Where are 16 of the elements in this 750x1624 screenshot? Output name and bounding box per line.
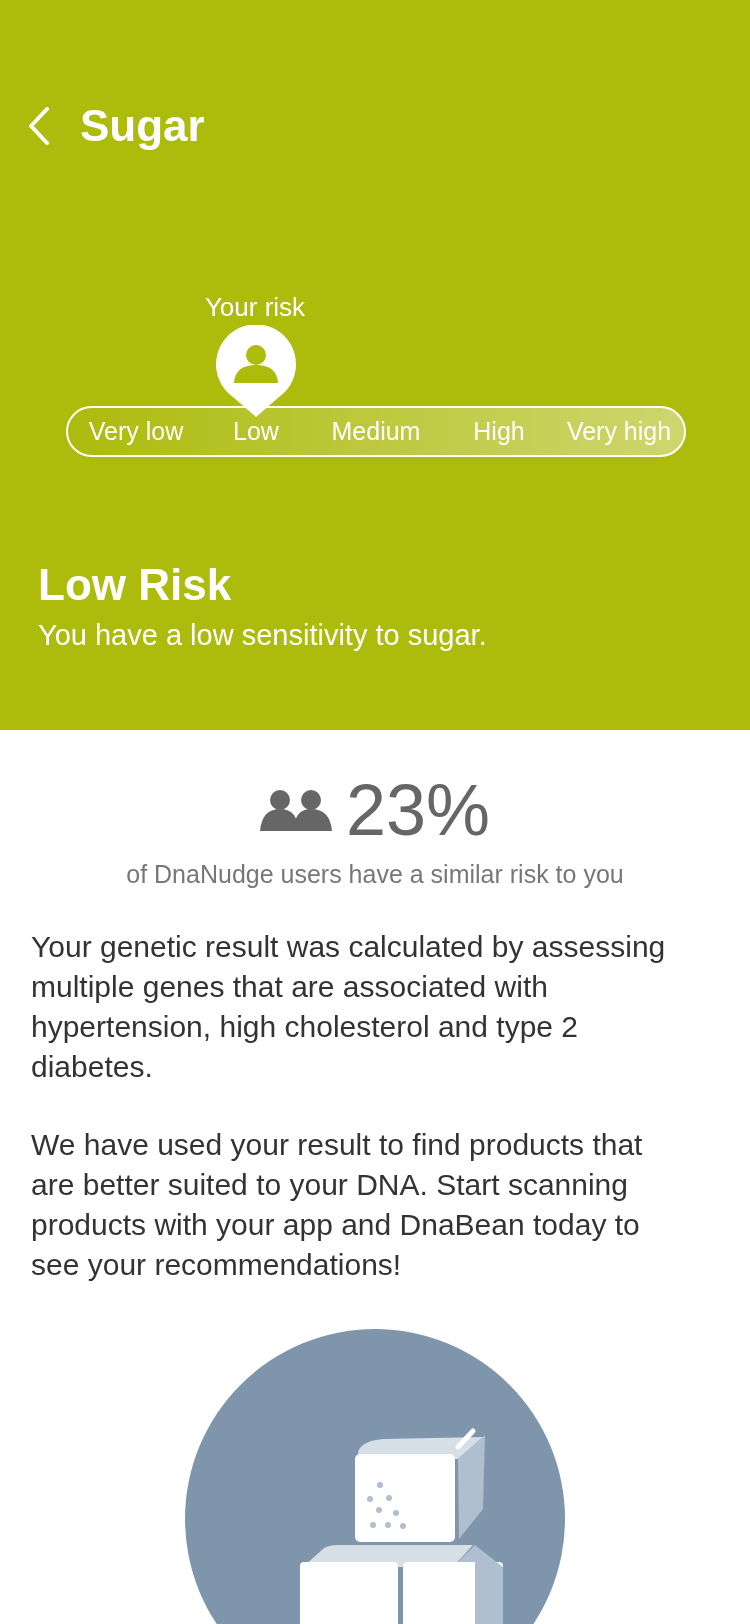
risk-level-option: Very low [68, 408, 204, 455]
stat-caption: of DnaNudge users have a similar risk to you [126, 862, 624, 887]
body-paragraph: Your genetic result was calculated by assessing multiple genes that are associated with hypertension, high cholesterol and type 2 diabetes. [31, 929, 667, 1085]
result-title: Low Risk [38, 563, 233, 607]
body-paragraph: We have used your result to find products that are better suited to your DNA. Start scanning products with your app and DnaBean today to see your recommendations! [31, 1127, 644, 1283]
risk-marker-icon [215, 325, 297, 417]
stat-percentage: 23% [345, 774, 491, 846]
risk-level-option: Very high [554, 408, 684, 455]
risk-level-option: Medium [308, 408, 444, 455]
result-description: You have a low sensitivity to sugar. [38, 621, 488, 650]
risk-level-option: Low [204, 408, 308, 455]
back-icon [28, 107, 50, 145]
your-risk-label: Your risk [203, 294, 307, 320]
screen-title: Sugar [80, 104, 205, 148]
users-icon [259, 789, 332, 831]
risk-level-option: High [444, 408, 554, 455]
